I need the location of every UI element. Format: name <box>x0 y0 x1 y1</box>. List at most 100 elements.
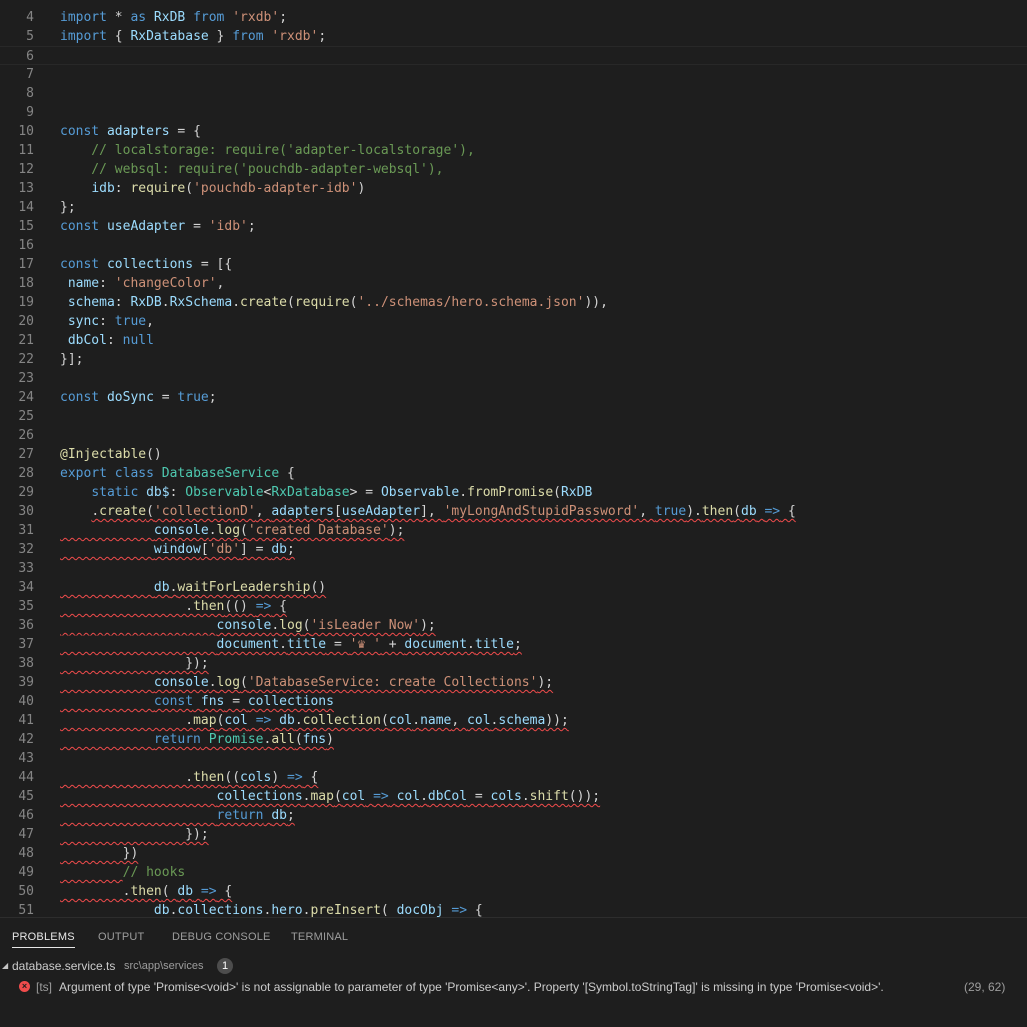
line-code[interactable]: console.log('isLeader Now'); <box>60 616 436 635</box>
code-line[interactable]: 18 name: 'changeColor', <box>0 274 1027 293</box>
line-code[interactable]: window['db'] = db; <box>60 540 295 559</box>
line-code[interactable]: db.waitForLeadership() <box>60 578 326 597</box>
code-line[interactable]: 45 collections.map(col => col.dbCol = co… <box>0 787 1027 806</box>
code-line[interactable]: 51 db.collections.hero.preInsert( docObj… <box>0 901 1027 917</box>
code-line[interactable]: 10 const adapters = { <box>0 122 1027 141</box>
code-line[interactable]: 9 <box>0 103 1027 122</box>
code-line[interactable]: 33 <box>0 559 1027 578</box>
line-code[interactable]: .then(() => { <box>60 597 287 616</box>
line-code[interactable]: static db$: Observable<RxDatabase> = Obs… <box>60 483 592 502</box>
problems-file-row[interactable]: ◢ database.service.ts src\app\services 1 <box>0 956 1027 976</box>
line-code[interactable]: }; <box>60 198 76 217</box>
line-code[interactable]: // localstorage: require('adapter-locals… <box>60 141 475 160</box>
code-line[interactable]: 48 }) <box>0 844 1027 863</box>
line-code[interactable]: sync: true, <box>60 312 154 331</box>
code-line[interactable]: 23 <box>0 369 1027 388</box>
code-line[interactable]: 49 // hooks <box>0 863 1027 882</box>
line-code[interactable]: import { RxDatabase } from 'rxdb'; <box>60 27 326 46</box>
code-line[interactable]: 36 console.log('isLeader Now'); <box>0 616 1027 635</box>
line-code[interactable]: // hooks <box>60 863 186 882</box>
code-line[interactable]: 25 <box>0 407 1027 426</box>
code-line[interactable]: 28 export class DatabaseService { <box>0 464 1027 483</box>
line-code[interactable]: db.collections.hero.preInsert( docObj =>… <box>60 901 483 917</box>
code-line[interactable]: 34 db.waitForLeadership() <box>0 578 1027 597</box>
code-line[interactable]: 42 return Promise.all(fns) <box>0 730 1027 749</box>
code-line[interactable]: 6 <box>0 46 1027 65</box>
code-line[interactable]: 22}]; <box>0 350 1027 369</box>
tab-terminal[interactable]: TERMINAL <box>291 931 348 943</box>
line-code[interactable]: return db; <box>60 806 295 825</box>
line-code[interactable]: return Promise.all(fns) <box>60 730 334 749</box>
code-line[interactable]: 47 }); <box>0 825 1027 844</box>
code-line[interactable]: 12 // websql: require('pouchdb-adapter-w… <box>0 160 1027 179</box>
code-line[interactable]: 37 document.title = '♛ ' + document.titl… <box>0 635 1027 654</box>
code-line[interactable]: 13 idb: require('pouchdb-adapter-idb') <box>0 179 1027 198</box>
line-code[interactable]: }); <box>60 825 209 844</box>
line-code[interactable]: const adapters = { <box>60 122 201 141</box>
line-code[interactable]: const useAdapter = 'idb'; <box>60 217 256 236</box>
code-line[interactable]: 11 // localstorage: require('adapter-loc… <box>0 141 1027 160</box>
code-editor[interactable]: 4 import * as RxDB from 'rxdb'; 5 import { … <box>0 0 1027 917</box>
line-code[interactable]: name: 'changeColor', <box>60 274 225 293</box>
code-line[interactable]: 4 import * as RxDB from 'rxdb'; <box>0 8 1027 27</box>
code-line[interactable]: 20 sync: true, <box>0 312 1027 331</box>
line-code[interactable]: idb: require('pouchdb-adapter-idb') <box>60 179 365 198</box>
line-number: 10 <box>18 124 34 139</box>
code-line[interactable]: 50 .then( db => { <box>0 882 1027 901</box>
code-line[interactable]: 35 .then(() => { <box>0 597 1027 616</box>
code-line[interactable]: 15 const useAdapter = 'idb'; <box>0 217 1027 236</box>
line-code[interactable]: }); <box>60 654 209 673</box>
chevron-down-icon[interactable]: ◢ <box>2 956 8 976</box>
line-code[interactable]: .then((cols) => { <box>60 768 318 787</box>
code-line[interactable]: 32 window['db'] = db; <box>0 540 1027 559</box>
tab-output[interactable]: OUTPUT <box>98 931 144 943</box>
line-code[interactable]: const doSync = true; <box>60 388 217 407</box>
line-code[interactable]: @Injectable() <box>60 445 162 464</box>
code-line[interactable]: 14}; <box>0 198 1027 217</box>
code-line[interactable]: 39 console.log('DatabaseService: create … <box>0 673 1027 692</box>
line-code[interactable]: // websql: require('pouchdb-adapter-webs… <box>60 160 443 179</box>
code-token: 'myLongAndStupidPassword' <box>443 504 640 519</box>
code-line[interactable]: 27 @Injectable() <box>0 445 1027 464</box>
line-code[interactable]: document.title = '♛ ' + document.title; <box>60 635 522 654</box>
code-line[interactable]: 17 const collections = [{ <box>0 255 1027 274</box>
tab-problems[interactable]: PROBLEMS <box>12 931 75 948</box>
line-code[interactable]: console.log('DatabaseService: create Col… <box>60 673 553 692</box>
code-line[interactable]: 29 static db$: Observable<RxDatabase> = … <box>0 483 1027 502</box>
line-code[interactable]: .create('collectionD', adapters[useAdapt… <box>60 502 795 521</box>
code-line[interactable]: 40 const fns = collections <box>0 692 1027 711</box>
line-code[interactable]: collections.map(col => col.dbCol = cols.… <box>60 787 601 806</box>
line-code[interactable]: schema: RxDB.RxSchema.create(require('..… <box>60 293 608 312</box>
code-line[interactable]: 43 <box>0 749 1027 768</box>
tab-debug-console[interactable]: DEBUG CONSOLE <box>172 931 271 943</box>
code-token: = <box>326 637 350 652</box>
code-token: static <box>91 485 139 500</box>
problem-item[interactable]: × [ts] Argument of type 'Promise<void>' … <box>0 977 1027 997</box>
code-line[interactable]: 38 }); <box>0 654 1027 673</box>
line-code[interactable]: dbCol: null <box>60 331 154 350</box>
line-code[interactable]: .map(col => db.collection(col.name, col.… <box>60 711 569 730</box>
line-number: 42 <box>18 732 34 747</box>
line-code[interactable]: import * as RxDB from 'rxdb'; <box>60 8 287 27</box>
code-line[interactable]: 7 <box>0 65 1027 84</box>
line-code[interactable]: console.log('created Database'); <box>60 521 404 540</box>
code-line[interactable]: 31 console.log('created Database'); <box>0 521 1027 540</box>
line-code[interactable]: }) <box>60 844 139 863</box>
code-line[interactable]: 44 .then((cols) => { <box>0 768 1027 787</box>
line-code[interactable]: }]; <box>60 350 83 369</box>
code-line[interactable]: 16 <box>0 236 1027 255</box>
line-code[interactable]: export class DatabaseService { <box>60 464 295 483</box>
code-line[interactable]: 8 <box>0 84 1027 103</box>
code-line[interactable]: 26 <box>0 426 1027 445</box>
code-line[interactable]: 21 dbCol: null <box>0 331 1027 350</box>
code-line[interactable]: 30 .create('collectionD', adapters[useAd… <box>0 502 1027 521</box>
code-line[interactable]: 46 return db; <box>0 806 1027 825</box>
code-line[interactable]: 19 schema: RxDB.RxSchema.create(require(… <box>0 293 1027 312</box>
code-line[interactable]: 5 import { RxDatabase } from 'rxdb'; <box>0 27 1027 46</box>
line-code[interactable]: const fns = collections <box>60 692 334 711</box>
code-line[interactable]: 41 .map(col => db.collection(col.name, c… <box>0 711 1027 730</box>
line-code[interactable]: .then( db => { <box>60 882 233 901</box>
line-code[interactable]: const collections = [{ <box>60 255 232 274</box>
code-token: name <box>67 276 100 291</box>
code-line[interactable]: 24 const doSync = true; <box>0 388 1027 407</box>
